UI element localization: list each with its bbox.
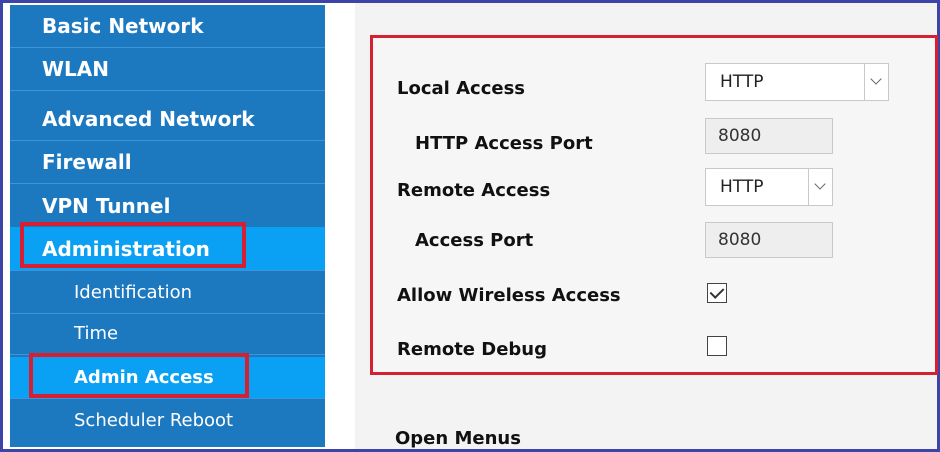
chevron-down-icon xyxy=(808,169,832,205)
administration-highlight-box xyxy=(20,222,246,268)
allow-wireless-access-checkbox[interactable] xyxy=(707,283,727,303)
http-access-port-label: HTTP Access Port xyxy=(415,133,593,154)
remote-debug-label: Remote Debug xyxy=(397,339,548,360)
frame-left-border xyxy=(0,0,3,452)
sidebar-subitem-time[interactable]: Time xyxy=(10,314,325,355)
local-access-select[interactable]: HTTP xyxy=(705,63,889,101)
chevron-down-icon xyxy=(864,64,888,100)
admin-access-highlight-box xyxy=(29,353,249,398)
remote-debug-checkbox[interactable] xyxy=(707,336,727,356)
remote-access-value: HTTP xyxy=(720,177,764,197)
local-access-value: HTTP xyxy=(720,72,764,92)
access-port-label: Access Port xyxy=(415,230,534,251)
http-access-port-input[interactable]: 8080 xyxy=(705,118,833,154)
allow-wireless-access-label: Allow Wireless Access xyxy=(397,285,621,306)
local-access-label: Local Access xyxy=(397,78,525,99)
sidebar-item-firewall[interactable]: Firewall xyxy=(10,141,325,184)
sidebar-item-wlan[interactable]: WLAN xyxy=(10,48,325,91)
access-port-input[interactable]: 8080 xyxy=(705,222,833,258)
main-content: Local Access HTTP HTTP Access Port 8080 … xyxy=(355,3,938,449)
remote-access-select[interactable]: HTTP xyxy=(705,168,833,206)
sidebar-item-basic-network[interactable]: Basic Network xyxy=(10,5,325,48)
sidebar-subitem-scheduler-reboot[interactable]: Scheduler Reboot xyxy=(10,401,325,441)
remote-access-label: Remote Access xyxy=(397,180,551,201)
gutter xyxy=(325,3,355,449)
open-menus-heading: Open Menus xyxy=(395,428,521,449)
sidebar-subitem-identification[interactable]: Identification xyxy=(10,273,325,314)
sidebar-item-advanced-network[interactable]: Advanced Network xyxy=(10,98,325,141)
admin-access-panel: Local Access HTTP HTTP Access Port 8080 … xyxy=(370,35,938,375)
